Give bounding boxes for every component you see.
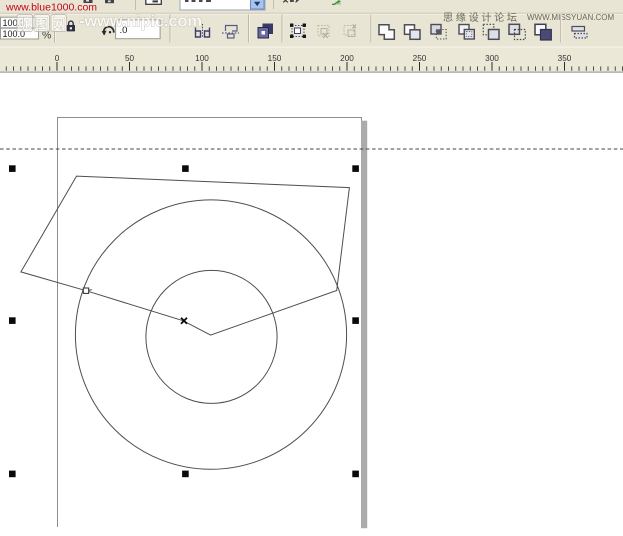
svg-text:昵图网: 昵图网 — [19, 16, 70, 31]
svg-text:300: 300 — [485, 54, 499, 63]
svg-text:思缘设计论坛: 思缘设计论坛 — [443, 11, 520, 24]
svg-text:200: 200 — [340, 54, 354, 63]
svg-text:100: 100 — [195, 54, 209, 63]
svg-text:WWW.MISSYUAN.COM: WWW.MISSYUAN.COM — [527, 13, 614, 22]
svg-text:150: 150 — [268, 54, 282, 63]
svg-text:50: 50 — [125, 54, 135, 63]
svg-text:350: 350 — [558, 54, 572, 63]
svg-text:250: 250 — [413, 54, 427, 63]
svg-text:0: 0 — [55, 54, 60, 63]
svg-text:-www.nipic.com: -www.nipic.com — [79, 12, 202, 30]
